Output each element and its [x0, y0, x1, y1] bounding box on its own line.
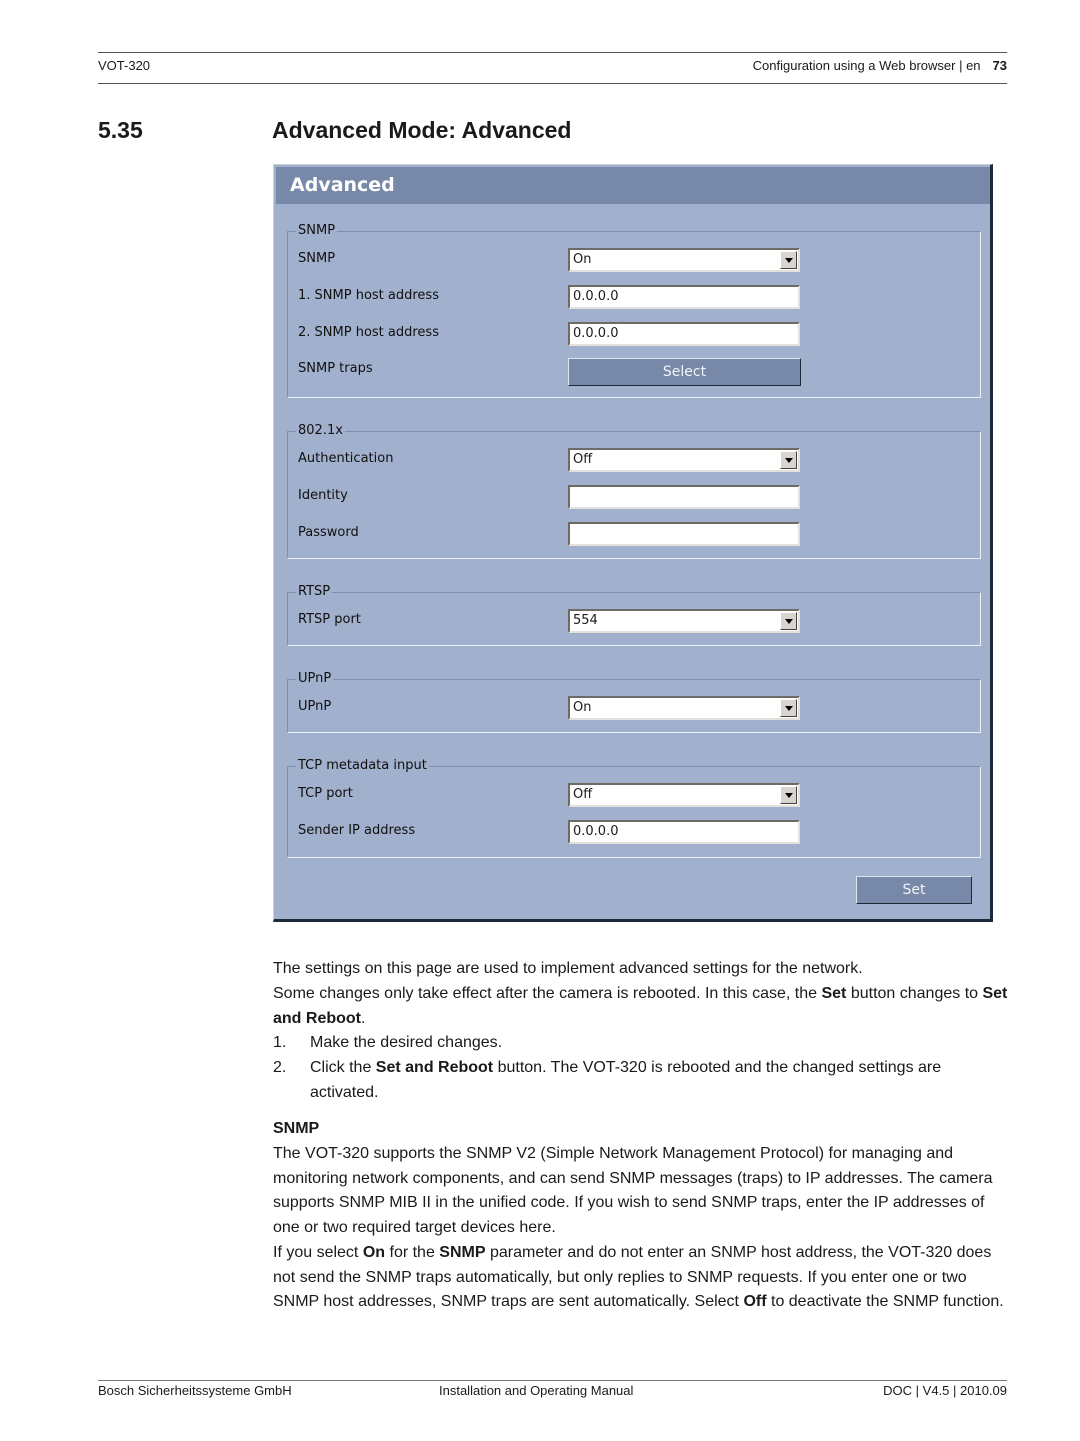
- snmp-host-address-1-input[interactable]: 0.0.0.0: [568, 285, 800, 309]
- group-8021x: 802.1x Authentication Off Identity Passw…: [287, 423, 981, 559]
- set-button[interactable]: Set: [856, 876, 972, 904]
- row-snmp-host-2: 2. SNMP host address 0.0.0.0: [298, 322, 978, 346]
- footer-doc-version: DOC | V4.5 | 2010.09: [883, 1383, 1007, 1398]
- group-legend: SNMP: [296, 223, 338, 238]
- header-rule-bottom: [98, 83, 1007, 84]
- field-label: TCP port: [298, 786, 353, 801]
- group-upnp: UPnP UPnP On: [287, 671, 981, 733]
- row-snmp-traps: SNMP traps Select: [298, 358, 978, 386]
- panel-title: Advanced: [290, 174, 395, 196]
- row-authentication: Authentication Off: [298, 448, 978, 472]
- sender-ip-address-input[interactable]: 0.0.0.0: [568, 820, 800, 844]
- advanced-settings-panel: Advanced SNMP SNMP On 1. SNMP host addre…: [273, 164, 993, 922]
- field-label: Password: [298, 525, 359, 540]
- row-snmp: SNMP On: [298, 248, 978, 272]
- row-upnp: UPnP On: [298, 696, 978, 720]
- snmp-heading: SNMP: [273, 1120, 320, 1137]
- group-rtsp: RTSP RTSP port 554: [287, 584, 981, 646]
- footer-manual: Installation and Operating Manual: [439, 1383, 634, 1398]
- text-run: If you select: [273, 1244, 363, 1261]
- field-label: UPnP: [298, 699, 332, 714]
- select-value: Off: [573, 787, 593, 802]
- step-text: Click the Set and Reboot button. The VOT…: [310, 1056, 1013, 1105]
- header-rule-top: [98, 52, 1007, 53]
- step-number: 1.: [273, 1034, 287, 1051]
- group-legend: TCP metadata input: [296, 758, 429, 773]
- header-chapter-text: Configuration using a Web browser | en: [752, 58, 981, 73]
- section-number: 5.35: [98, 117, 143, 143]
- header-chapter: Configuration using a Web browser | en 73: [753, 58, 1007, 73]
- dropdown-arrow-icon[interactable]: [780, 251, 797, 269]
- identity-input[interactable]: [568, 485, 800, 509]
- snmp-traps-select-button[interactable]: Select: [568, 358, 801, 386]
- field-label: 2. SNMP host address: [298, 325, 439, 340]
- step-text: Make the desired changes.: [310, 1031, 1013, 1056]
- row-identity: Identity: [298, 485, 978, 509]
- text-run-bold: On: [362, 1244, 386, 1261]
- dropdown-arrow-icon[interactable]: [780, 451, 797, 469]
- field-label: RTSP port: [298, 612, 361, 627]
- text-run: .: [361, 1009, 366, 1027]
- intro-paragraph-1: The settings on this page are used to im…: [273, 960, 863, 977]
- group-snmp: SNMP SNMP On 1. SNMP host address 0.0.0.…: [287, 223, 981, 398]
- row-sender-ip: Sender IP address 0.0.0.0: [298, 820, 978, 844]
- page-number: 73: [992, 58, 1007, 73]
- snmp-paragraph-2: If you select On for the SNMP parameter …: [273, 1241, 1013, 1315]
- section-title: Advanced Mode: Advanced: [272, 117, 572, 143]
- row-tcp-port: TCP port Off: [298, 783, 978, 807]
- field-label: 1. SNMP host address: [298, 288, 439, 303]
- text-run-bold: Off: [743, 1293, 767, 1311]
- field-label: SNMP: [298, 251, 336, 266]
- row-password: Password: [298, 522, 978, 546]
- row-snmp-host-1: 1. SNMP host address 0.0.0.0: [298, 285, 978, 309]
- select-value: Off: [573, 452, 593, 467]
- snmp-host-address-2-input[interactable]: 0.0.0.0: [568, 322, 800, 346]
- select-value: 554: [573, 613, 598, 628]
- header-product: VOT-320: [98, 58, 151, 73]
- text-run: to deactivate the SNMP function.: [766, 1293, 1004, 1311]
- dropdown-arrow-icon[interactable]: [780, 612, 797, 630]
- field-label: Identity: [298, 488, 348, 503]
- text-run-bold: SNMP: [439, 1244, 486, 1261]
- field-label: Authentication: [298, 451, 394, 466]
- upnp-select[interactable]: On: [568, 696, 800, 720]
- text-run-bold: Set: [821, 985, 847, 1002]
- field-label: Sender IP address: [298, 823, 416, 838]
- dropdown-arrow-icon[interactable]: [780, 699, 797, 717]
- text-run-bold: Set and Reboot: [375, 1059, 494, 1076]
- text-run: Make the desired changes.: [310, 1034, 503, 1051]
- footer-rule: [98, 1380, 1007, 1381]
- field-label: SNMP traps: [298, 361, 373, 376]
- text-run: for the: [385, 1244, 440, 1261]
- dropdown-arrow-icon[interactable]: [780, 786, 797, 804]
- password-input[interactable]: [568, 522, 800, 546]
- tcp-port-select[interactable]: Off: [568, 783, 800, 807]
- text-run: button changes to: [846, 985, 983, 1002]
- rtsp-port-select[interactable]: 554: [568, 609, 800, 633]
- text-run: Some changes only take effect after the …: [273, 985, 822, 1002]
- select-value: On: [573, 700, 592, 715]
- authentication-select[interactable]: Off: [568, 448, 800, 472]
- group-legend: UPnP: [296, 671, 334, 686]
- select-value: On: [573, 252, 592, 267]
- footer-company: Bosch Sicherheitssysteme GmbH: [98, 1383, 292, 1398]
- intro-paragraph-2: Some changes only take effect after the …: [273, 982, 1013, 1031]
- row-rtsp-port: RTSP port 554: [298, 609, 978, 633]
- panel-header: Advanced: [276, 167, 990, 204]
- step-number: 2.: [273, 1059, 287, 1076]
- group-legend: 802.1x: [296, 423, 345, 438]
- snmp-select[interactable]: On: [568, 248, 800, 272]
- group-legend: RTSP: [296, 584, 333, 599]
- snmp-paragraph-1: The VOT-320 supports the SNMP V2 (Simple…: [273, 1145, 993, 1237]
- group-tcp-metadata-input: TCP metadata input TCP port Off Sender I…: [287, 758, 981, 858]
- text-run: Click the: [310, 1059, 376, 1076]
